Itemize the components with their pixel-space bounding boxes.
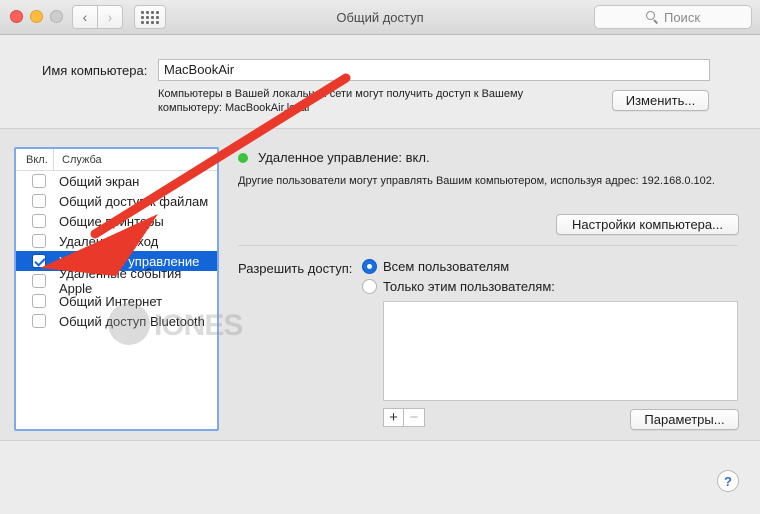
service-label: Удаленные события Apple [59, 266, 182, 296]
detail-divider [238, 245, 738, 246]
status-indicator-icon [238, 153, 248, 163]
service-label: Общий Интернет [59, 293, 163, 309]
computer-name-input[interactable]: MacBookAir [158, 59, 710, 81]
search-field[interactable]: Поиск [594, 5, 752, 29]
radio-all-users-control[interactable] [362, 259, 377, 274]
title-bar: ‹ › Общий доступ Поиск [0, 0, 760, 35]
add-user-button[interactable]: + [383, 408, 404, 427]
service-checkbox[interactable] [32, 294, 46, 308]
header-on[interactable]: Вкл. [16, 149, 54, 170]
search-icon [645, 11, 658, 23]
service-row[interactable]: Общий доступ к файлам [16, 191, 217, 211]
allowed-users-list[interactable] [383, 301, 738, 401]
service-checkbox[interactable] [32, 274, 46, 288]
service-rows: Общий экран Общий доступ к файлам Общие пр… [16, 171, 217, 331]
computer-name-note-line2: компьютеру: MacBookAir.local [158, 102, 310, 114]
radio-only-these-users-label: Только этим пользователям: [383, 279, 555, 294]
help-button[interactable]: ? [717, 470, 739, 492]
change-name-button[interactable]: Изменить... [612, 90, 709, 111]
service-label: Общий доступ Bluetooth [59, 313, 205, 329]
service-label: Общие принтеры [59, 213, 164, 229]
service-row[interactable]: Удаленный вход [16, 231, 217, 251]
service-checkbox[interactable] [32, 254, 46, 268]
radio-only-these-users-control[interactable] [362, 279, 377, 294]
header-service[interactable]: Служба [54, 154, 102, 166]
radio-all-users[interactable]: Всем пользователям [362, 259, 509, 274]
computer-name-label: Имя компьютера: [42, 63, 148, 78]
service-row[interactable]: Удаленные события Apple [16, 266, 217, 296]
computer-name-note-line1: Компьютеры в Вашей локальной сети могут … [158, 88, 524, 100]
service-label: Удаленный вход [59, 233, 159, 249]
service-label: Общий доступ к файлам [59, 193, 209, 209]
allow-access-label: Разрешить доступ: [238, 261, 353, 276]
service-checkbox[interactable] [32, 314, 46, 328]
service-list[interactable]: Вкл. Служба Общий экран Общий доступ к фа… [14, 147, 219, 431]
status-text: Удаленное управление: вкл. [258, 150, 430, 165]
status-description: Другие пользователи могут управлять Ваши… [238, 175, 715, 187]
computer-settings-button[interactable]: Настройки компьютера... [556, 214, 739, 235]
radio-only-these-users[interactable]: Только этим пользователям: [362, 279, 555, 294]
radio-all-users-label: Всем пользователям [383, 259, 510, 274]
search-placeholder: Поиск [663, 9, 701, 25]
service-row[interactable]: Общий доступ Bluetooth [16, 311, 217, 331]
computer-name-note: Компьютеры в Вашей локальной сети могут … [158, 87, 588, 115]
service-checkbox[interactable] [32, 174, 46, 188]
service-row[interactable]: Общие принтеры [16, 211, 217, 231]
options-button[interactable]: Параметры... [630, 409, 739, 430]
service-label: Общий экран [59, 173, 140, 189]
service-checkbox[interactable] [32, 214, 46, 228]
service-row[interactable]: Общий экран [16, 171, 217, 191]
service-checkbox[interactable] [32, 194, 46, 208]
list-header: Вкл. Служба [16, 149, 217, 171]
remove-user-button[interactable]: − [404, 408, 425, 427]
service-checkbox[interactable] [32, 234, 46, 248]
